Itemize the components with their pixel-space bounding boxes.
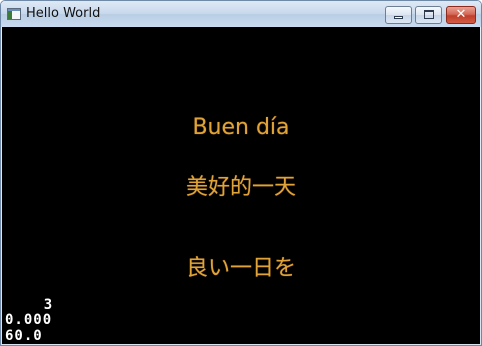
app-icon[interactable]: [7, 8, 21, 20]
stat-fps: 60.0: [5, 328, 43, 344]
greeting-japanese: 良い一日を: [185, 256, 296, 281]
close-icon: ✕: [455, 7, 467, 22]
render-canvas[interactable]: Buen día 美好的一天 良い一日を 3 0.000 60.0: [2, 27, 480, 344]
close-button[interactable]: ✕: [446, 6, 476, 24]
app-window: Hello World ✕ Buen día 美好的一天 良い一日を 3 0.0…: [0, 0, 482, 346]
minimize-button[interactable]: [385, 6, 412, 24]
title-bar[interactable]: Hello World ✕: [1, 1, 481, 27]
maximize-button[interactable]: [415, 6, 442, 24]
window-title: Hello World: [26, 6, 101, 21]
greeting-spanish: Buen día: [192, 115, 290, 140]
stat-count: 3: [6, 297, 54, 313]
minimize-icon: [394, 16, 403, 19]
stat-frame-time: 0.000: [5, 312, 53, 328]
greeting-chinese: 美好的一天: [185, 175, 296, 200]
maximize-icon: [424, 10, 434, 19]
